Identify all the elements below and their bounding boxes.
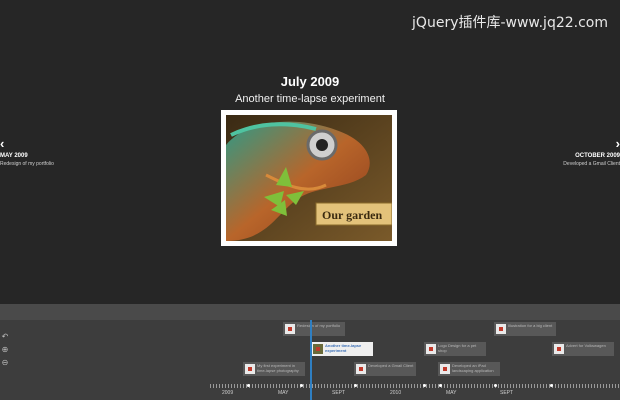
timeline-ticks [210, 384, 620, 388]
marker-label: Another time-lapse experiment [325, 343, 362, 353]
zoom-out-icon[interactable]: ⊖ [0, 358, 10, 368]
chevron-left-icon: ‹ [0, 136, 5, 151]
marker-thumbnail [313, 344, 323, 354]
next-slide-desc: Developed a Gmail Client [563, 161, 620, 167]
marker-thumbnail [426, 344, 436, 354]
tick-dot [354, 384, 357, 387]
timeline-label: SEPT [500, 390, 514, 396]
current-position-indicator [310, 320, 312, 400]
timeline-marker[interactable]: Developed an iPad landscaping applicatio… [438, 362, 500, 376]
marker-label: Redesign of my portfolio [297, 323, 341, 328]
timeline-marker[interactable]: Redesign of my portfolio [283, 322, 345, 336]
marker-thumbnail [440, 364, 450, 374]
timeline-header [0, 304, 620, 320]
next-slide-date: OCTOBER 2009 [575, 153, 620, 159]
prev-slide-desc: Redesign of my portfolio [0, 161, 54, 167]
tick-dot [550, 384, 553, 387]
timeline-marker[interactable]: My first experiment in time-lapse photog… [243, 362, 305, 376]
timeline-marker[interactable]: Illustration for a big client [494, 322, 556, 336]
zoom-controls: ↶ ⊕ ⊖ [0, 332, 11, 371]
zoom-in-icon[interactable]: ⊕ [0, 345, 10, 355]
watermark: jQuery插件库-www.jq22.com [412, 15, 608, 31]
slide-date: July 2009 [280, 74, 340, 89]
marker-thumbnail [554, 344, 564, 354]
slide-image: Our garden [221, 110, 397, 246]
timeline-marker[interactable]: Logo Design for a pet shop [424, 342, 486, 356]
feature-stage: jQuery插件库-www.jq22.com July 2009 Another… [0, 0, 620, 304]
chameleon-image: Our garden [226, 115, 392, 241]
tick-dot [247, 384, 250, 387]
marker-label: My first experiment in time-lapse photog… [257, 363, 299, 373]
timeline-marker[interactable]: Advert for Volkswagen [552, 342, 614, 356]
tick-dot [439, 384, 442, 387]
marker-thumbnail [245, 364, 255, 374]
marker-label: Developed an iPad landscaping applicatio… [452, 363, 494, 373]
timeline-label: 2010 [390, 390, 402, 396]
slide-title: Another time-lapse experiment [235, 93, 385, 105]
marker-label: Developed a Gmail Client [368, 363, 414, 368]
tick-dot [423, 384, 426, 387]
timeline-label: SEPT [332, 390, 346, 396]
timeline-marker[interactable]: Developed a Gmail Client [354, 362, 416, 376]
prev-slide-date: MAY 2009 [0, 153, 28, 159]
marker-thumbnail [285, 324, 295, 334]
image-caption: Our garden [322, 208, 382, 222]
marker-thumbnail [356, 364, 366, 374]
tick-dot [494, 384, 497, 387]
marker-thumbnail [496, 324, 506, 334]
chevron-right-icon: › [615, 136, 620, 151]
timeline-navigation[interactable]: ↶ ⊕ ⊖ Redesign of my portfolio Another t… [0, 304, 620, 400]
tick-dot [300, 384, 303, 387]
timeline-label: MAY [278, 390, 289, 396]
prev-slide-button[interactable]: ‹ MAY 2009 Redesign of my portfolio [0, 136, 60, 167]
marker-label: Illustration for a big client [508, 323, 553, 328]
marker-label: Advert for Volkswagen [566, 343, 606, 348]
timeline-label: MAY [446, 390, 457, 396]
timeline-marker-active[interactable]: Another time-lapse experiment [311, 342, 373, 356]
next-slide-button[interactable]: › OCTOBER 2009 Developed a Gmail Client [560, 136, 620, 167]
marker-label: Logo Design for a pet shop [438, 343, 477, 353]
timeline-label: 2009 [222, 390, 234, 396]
return-icon[interactable]: ↶ [0, 332, 10, 342]
